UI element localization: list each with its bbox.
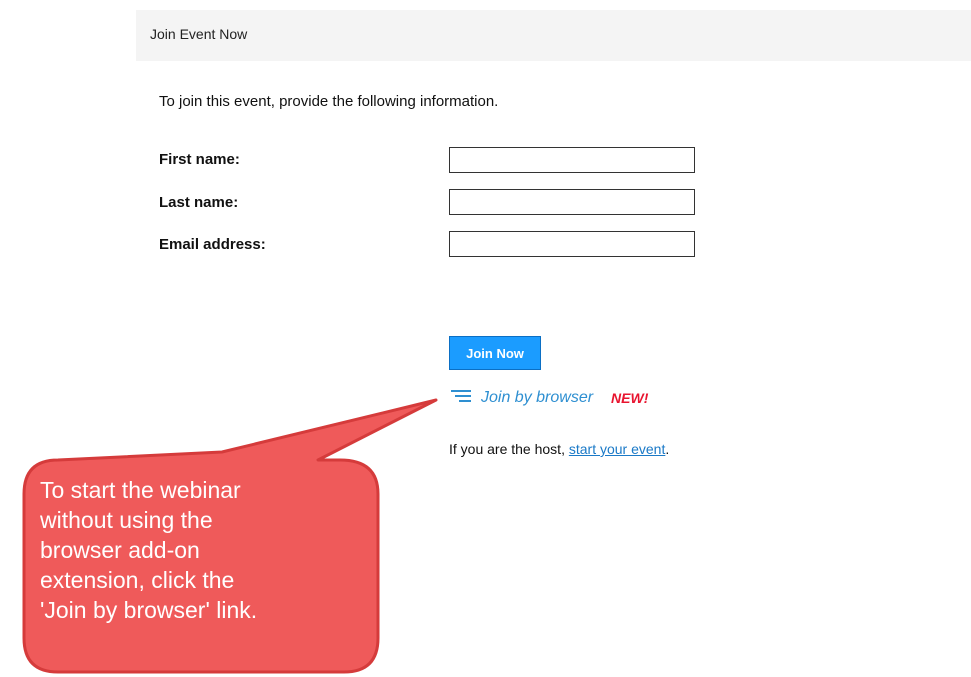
callout-line: 'Join by browser' link. [40, 597, 258, 623]
callout-line: To start the webinar [40, 477, 241, 503]
callout-line: browser add-on [40, 537, 200, 563]
callout-text: To start the webinar without using the b… [40, 475, 350, 625]
callout-line: without using the [40, 507, 213, 533]
callout-line: extension, click the [40, 567, 235, 593]
